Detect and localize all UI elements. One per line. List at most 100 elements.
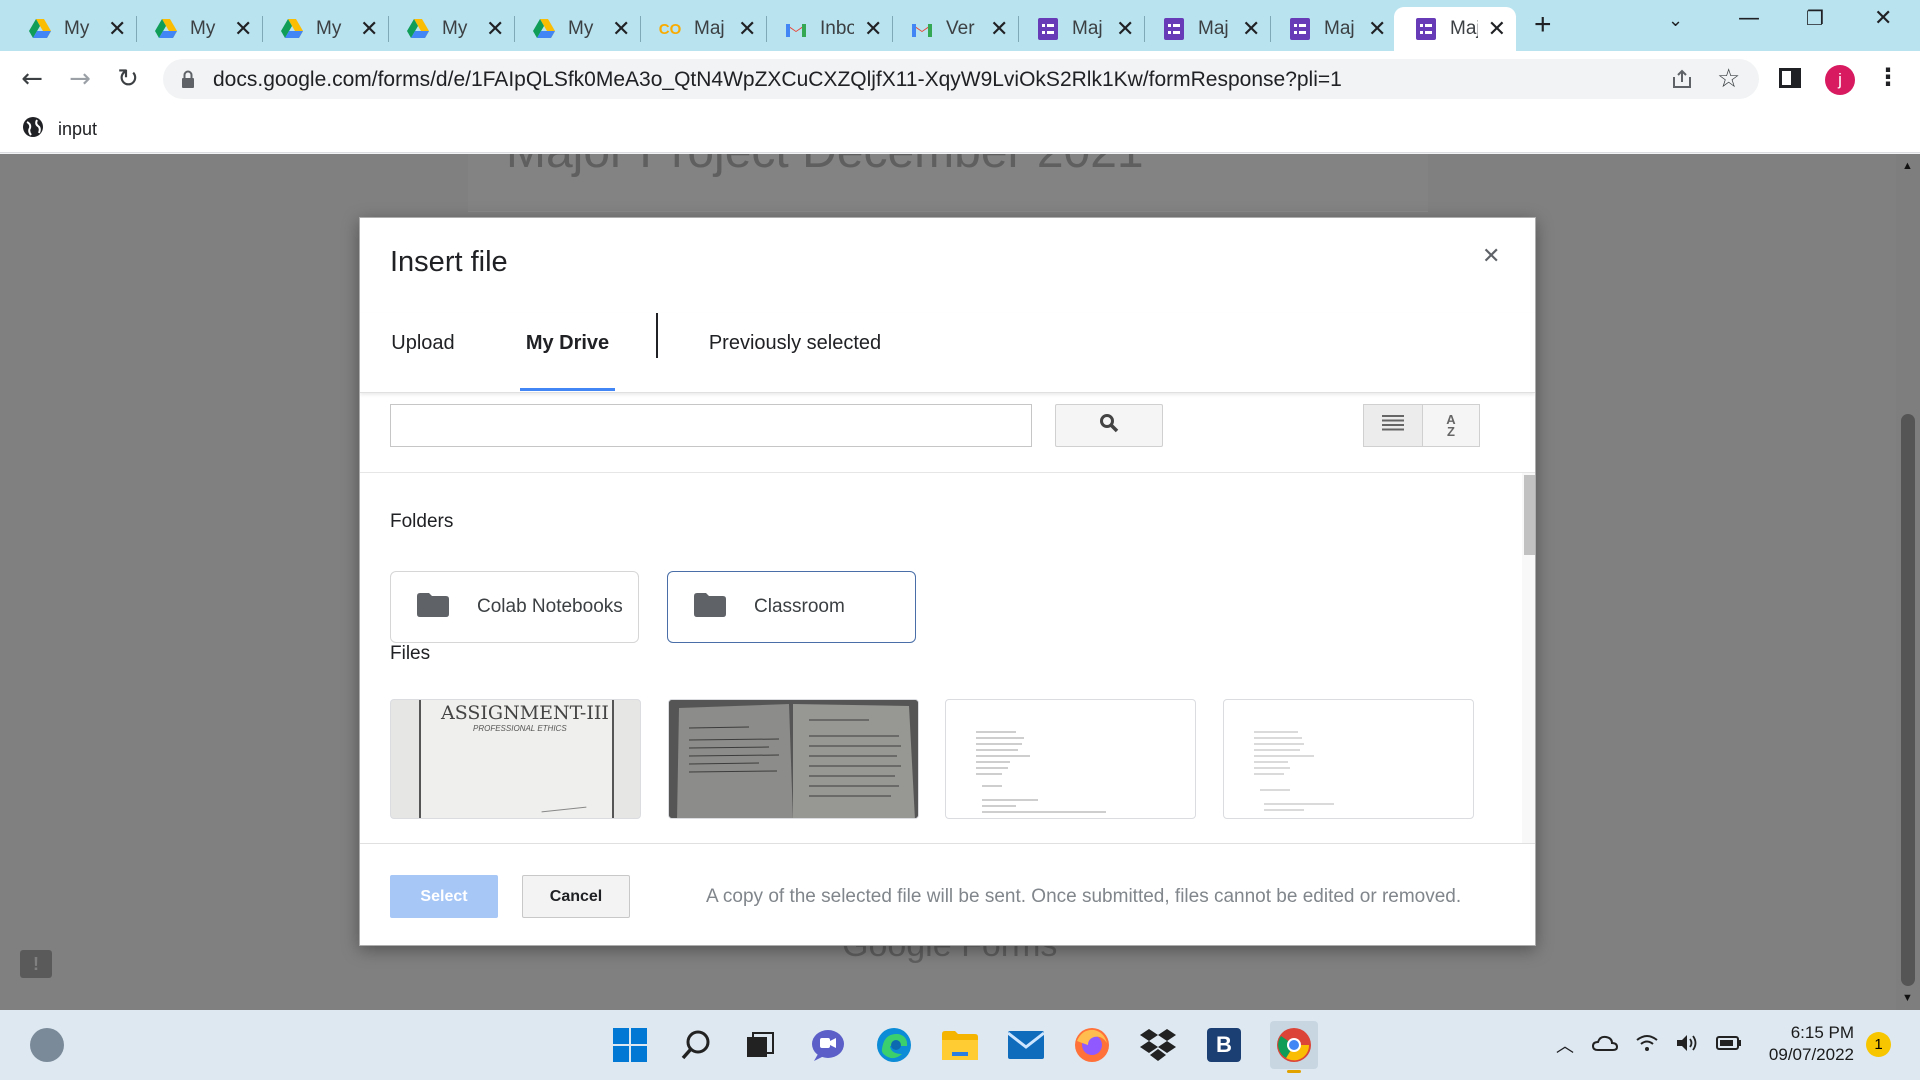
page-scrollbar[interactable]: ▲ ▼ [1896, 154, 1920, 1010]
close-icon[interactable]: ✕ [1368, 17, 1386, 42]
browser-tab[interactable]: Maj ✕ [1016, 7, 1144, 51]
mail-icon[interactable] [1006, 1025, 1046, 1065]
tab-title: Maj [1450, 18, 1478, 39]
notification-badge[interactable]: 1 [1866, 1032, 1891, 1057]
globe-icon [22, 116, 44, 143]
tab-search-icon[interactable]: ⌄ [1668, 10, 1683, 31]
weather-icon[interactable] [30, 1028, 64, 1062]
minimize-icon[interactable]: — [1738, 6, 1760, 31]
tab-previously-selected[interactable]: Previously selected [705, 313, 885, 393]
close-icon[interactable]: ✕ [1242, 17, 1260, 42]
more-menu-icon[interactable]: ⋮ [1876, 63, 1900, 91]
wifi-icon[interactable] [1636, 1034, 1658, 1057]
task-view-icon[interactable] [740, 1025, 780, 1065]
browser-tab[interactable]: My ✕ [134, 7, 262, 51]
cancel-button[interactable]: Cancel [522, 875, 630, 918]
share-icon[interactable] [1671, 68, 1693, 95]
volume-icon[interactable] [1676, 1034, 1698, 1057]
feedback-icon[interactable]: ! [20, 950, 52, 978]
browser-tab[interactable]: Inbo ✕ [764, 7, 892, 51]
file-thumbnail[interactable]: ASSIGNMENT-III PROFESSIONAL ETHICS [390, 699, 641, 819]
back-icon[interactable]: ← [14, 61, 50, 97]
scroll-up-icon[interactable]: ▲ [1902, 160, 1913, 172]
file-thumbnail[interactable] [945, 699, 1196, 819]
chrome-icon[interactable] [1270, 1021, 1318, 1073]
bookmark-star-icon[interactable]: ☆ [1717, 64, 1740, 94]
dialog-footer: Select Cancel A copy of the selected fil… [360, 843, 1535, 945]
colab-icon: CO [658, 20, 682, 38]
scroll-down-icon[interactable]: ▼ [1902, 992, 1913, 1004]
search-icon[interactable] [676, 1025, 716, 1065]
tab-title: My [64, 18, 90, 39]
browser-tab[interactable]: CO Maj ✕ [638, 7, 766, 51]
sort-button[interactable]: AZ [1423, 404, 1480, 447]
close-icon[interactable]: ✕ [234, 17, 252, 42]
browser-tab[interactable]: Ver ✕ [890, 7, 1018, 51]
tab-title: My [190, 18, 216, 39]
tab-my-drive[interactable]: My Drive [520, 313, 615, 393]
clock[interactable]: 6:15 PM 09/07/2022 [1744, 1022, 1854, 1066]
bookmark-item[interactable]: input [22, 116, 97, 143]
url-text: docs.google.com/forms/d/e/1FAIpQLSfk0MeA… [213, 68, 1342, 91]
firefox-icon[interactable] [1072, 1025, 1112, 1065]
profile-avatar[interactable]: j [1825, 65, 1855, 95]
close-icon[interactable]: ✕ [864, 17, 882, 42]
tab-title: My [316, 18, 342, 39]
thumbnail-text: ASSIGNMENT-III [441, 702, 609, 724]
browser-tab[interactable]: My ✕ [386, 7, 514, 51]
dialog-tab-bar: Upload My Drive Previously selected [360, 313, 1535, 393]
browser-tab[interactable]: Maj ✕ [1142, 7, 1270, 51]
dropbox-icon[interactable] [1138, 1025, 1178, 1065]
scrollbar-thumb[interactable] [1524, 475, 1535, 555]
folder-item-classroom[interactable]: Classroom [667, 571, 916, 643]
close-icon[interactable]: ✕ [108, 17, 126, 42]
notebook-photo [669, 700, 918, 818]
onedrive-icon[interactable] [1591, 1035, 1619, 1056]
edge-icon[interactable] [874, 1025, 914, 1065]
list-view-button[interactable] [1363, 404, 1423, 447]
tab-upload[interactable]: Upload [390, 313, 456, 393]
close-icon[interactable]: ✕ [1488, 17, 1506, 42]
close-icon[interactable]: ✕ [486, 17, 504, 42]
browser-tab[interactable]: Maj ✕ [1268, 7, 1396, 51]
reload-icon[interactable]: ↻ [110, 61, 146, 97]
battery-icon[interactable] [1716, 1035, 1742, 1055]
teams-chat-icon[interactable] [808, 1025, 848, 1065]
browser-tab[interactable]: My ✕ [260, 7, 388, 51]
close-icon[interactable]: ✕ [738, 17, 756, 42]
file-explorer-icon[interactable] [940, 1025, 980, 1065]
drive-browser: Folders Colab Notebooks Classroom Files … [360, 472, 1535, 843]
dialog-title: Insert file [390, 246, 508, 278]
browser-tab-active[interactable]: Maj ✕ [1394, 7, 1516, 51]
close-window-icon[interactable]: ✕ [1874, 6, 1892, 31]
scrollbar-thumb[interactable] [1901, 414, 1915, 986]
restore-icon[interactable]: ❐ [1806, 6, 1824, 30]
close-icon[interactable]: ✕ [1116, 17, 1134, 42]
dialog-scrollbar[interactable] [1522, 473, 1535, 843]
gmail-icon [910, 17, 934, 41]
tab-label: My Drive [525, 331, 610, 354]
file-thumbnail[interactable] [668, 699, 919, 819]
close-icon[interactable]: ✕ [1482, 244, 1500, 269]
new-tab-button[interactable]: + [1534, 8, 1552, 42]
address-bar[interactable]: docs.google.com/forms/d/e/1FAIpQLSfk0MeA… [163, 59, 1759, 99]
close-icon[interactable]: ✕ [990, 17, 1008, 42]
forward-icon[interactable]: → [62, 61, 98, 97]
browser-tab[interactable]: My ✕ [8, 7, 136, 51]
side-panel-icon[interactable] [1779, 68, 1801, 88]
folder-name: Colab Notebooks [477, 596, 623, 617]
lock-icon[interactable] [181, 70, 195, 93]
windows-start-icon[interactable] [610, 1025, 650, 1065]
b-app-icon[interactable]: B [1204, 1025, 1244, 1065]
search-button[interactable] [1055, 404, 1163, 447]
select-button[interactable]: Select [390, 875, 498, 918]
clock-time: 6:15 PM [1790, 1023, 1854, 1042]
close-icon[interactable]: ✕ [612, 17, 630, 42]
drive-search-input[interactable] [390, 404, 1032, 447]
close-icon[interactable]: ✕ [360, 17, 378, 42]
folder-item-colab-notebooks[interactable]: Colab Notebooks [390, 571, 639, 643]
search-icon [1099, 413, 1119, 438]
file-thumbnail[interactable] [1223, 699, 1474, 819]
browser-tab[interactable]: My ✕ [512, 7, 640, 51]
chevron-up-icon[interactable]: ︿ [1556, 1032, 1574, 1058]
